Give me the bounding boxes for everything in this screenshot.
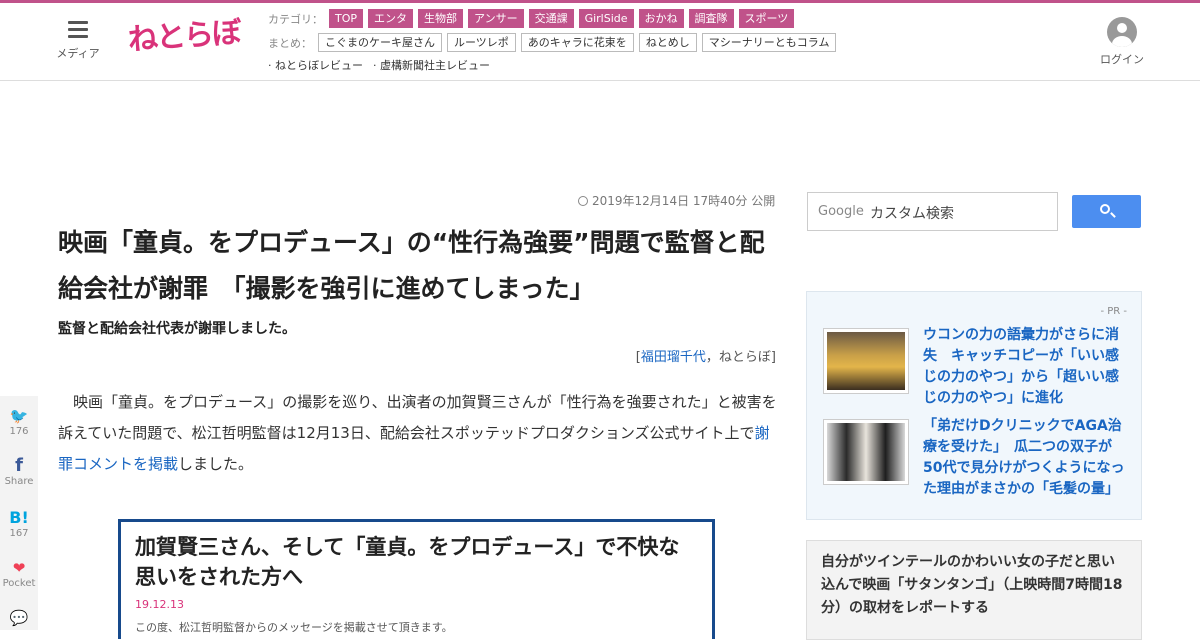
search-button[interactable] — [1072, 195, 1141, 228]
byline-sep: ， — [705, 350, 719, 365]
article-subtitle: 監督と配給会社代表が謝罪しました。 — [58, 321, 296, 337]
publish-date-text: 2019年12月14日 17時40分 公開 — [592, 194, 776, 208]
author-link[interactable]: 福田瑠千代 — [641, 350, 706, 365]
search-icon — [1100, 204, 1110, 214]
share-count: Pocket — [2, 578, 36, 589]
summary-nav: まとめ： こぐまのケーキ屋さん ルーツレポ あのキャラに花束を ねとめし マシー… — [268, 33, 841, 52]
article-body: 映画「童貞。をプロデュース」の撮影を巡り、出演者の加賀賢三さんが「性行為を強要さ… — [58, 387, 778, 480]
site-header: メディア ねとらぼ カテゴリ： TOP エンタ 生物部 アンサー 交通課 Gir… — [0, 3, 1200, 81]
pocket-icon: ❤ — [12, 559, 26, 577]
comment-icon: 💬 — [9, 609, 29, 627]
publish-date: 2019年12月14日 17時40分 公開 — [578, 192, 775, 209]
share-count: 167 — [9, 528, 29, 539]
pr-item-title[interactable]: 「弟だけDクリニックでAGA治療を受けた」 瓜二つの双子が50代で見分けがつくよ… — [923, 416, 1131, 500]
article-title: 映画「童貞。をプロデュース」の“性行為強要”問題で監督と配給会社が謝罪 「撮影を… — [58, 228, 765, 303]
summary-link[interactable]: マシーナリーともコラム — [701, 33, 837, 52]
share-bar: 🐦 176 f Share B! 167 ❤ Pocket 💬 — [0, 396, 38, 630]
comment-button[interactable]: 💬 — [0, 608, 38, 628]
category-chousatai[interactable]: 調査隊 — [688, 9, 734, 28]
google-logo: Google — [818, 204, 864, 219]
custom-search-input[interactable]: Google カスタム検索 — [807, 192, 1058, 231]
embed-date: 19.12.13 — [135, 598, 184, 611]
embedded-screenshot: 加賀賢三さん、そして「童貞。をプロデュース」で不快な思いをされた方へ 19.12… — [118, 519, 715, 639]
category-answer[interactable]: アンサー — [468, 9, 524, 28]
login-button[interactable]: ログイン — [1098, 17, 1146, 67]
summary-link[interactable]: あのキャラに花束を — [520, 33, 634, 52]
pr-label: - PR - — [1100, 306, 1127, 317]
facebook-share-button[interactable]: f Share — [0, 455, 38, 488]
facebook-icon: f — [15, 455, 23, 476]
pr-box: - PR - ウコンの力の語彙力がさらに消失 キャッチコピーが「いい感じの力のや… — [806, 291, 1142, 520]
pocket-share-button[interactable]: ❤ Pocket — [0, 558, 38, 589]
twitter-share-button[interactable]: 🐦 176 — [0, 406, 38, 437]
pr-thumbnail[interactable] — [823, 328, 909, 394]
login-label: ログイン — [1100, 53, 1144, 66]
byline-close: ] — [770, 350, 776, 365]
review-nav: · ねとらぼレビュー · 虚構新聞社主レビュー — [268, 57, 500, 73]
related-article-title[interactable]: 自分がツインテールのかわいい女の子だと思い込んで映画「サタンタンゴ」（上映時間7… — [821, 551, 1127, 620]
related-article[interactable]: 自分がツインテールのかわいい女の子だと思い込んで映画「サタンタンゴ」（上映時間7… — [806, 540, 1142, 640]
summary-link[interactable]: ねとめし — [638, 33, 697, 52]
outlet-name: ねとらぼ — [718, 350, 771, 365]
category-label: カテゴリ： — [268, 12, 323, 26]
category-enta[interactable]: エンタ — [368, 9, 414, 28]
embed-title: 加賀賢三さん、そして「童貞。をプロデュース」で不快な思いをされた方へ — [135, 535, 680, 589]
search-placeholder: カスタム検索 — [870, 206, 954, 222]
category-nav: カテゴリ： TOP エンタ 生物部 アンサー 交通課 GirlSide おかね … — [268, 9, 799, 28]
category-sports[interactable]: スポーツ — [738, 9, 795, 28]
review-link[interactable]: · 虚構新聞社主レビュー — [373, 57, 490, 73]
body-text: 映画「童貞。をプロデュース」の撮影を巡り、出演者の加賀賢三さんが「性行為を強要さ… — [58, 393, 777, 442]
logo-text: ねとらぼ — [126, 15, 242, 58]
category-girlside[interactable]: GirlSide — [578, 9, 634, 28]
user-avatar-icon — [1107, 17, 1137, 47]
share-count: Share — [4, 476, 34, 487]
twitter-icon: 🐦 — [9, 407, 29, 425]
hatena-icon: B! — [9, 508, 29, 527]
media-menu-label: メディア — [56, 47, 100, 60]
pr-thumbnail[interactable] — [823, 419, 909, 485]
embed-excerpt: この度、松江哲明監督からのメッセージを掲載させて頂きます。 — [135, 621, 453, 634]
article-byline: [福田瑠千代，ねとらぼ] — [560, 346, 776, 365]
pr-item-title[interactable]: ウコンの力の語彙力がさらに消失 キャッチコピーが「いい感じの力のやつ」から「超い… — [923, 325, 1131, 409]
hatena-share-button[interactable]: B! 167 — [0, 508, 38, 539]
share-count: 176 — [9, 426, 29, 437]
clock-icon — [578, 196, 588, 206]
summary-link[interactable]: こぐまのケーキ屋さん — [318, 33, 442, 52]
site-logo[interactable]: ねとらぼ — [127, 15, 241, 61]
category-koutsuka[interactable]: 交通課 — [528, 9, 574, 28]
category-seibutsubu[interactable]: 生物部 — [418, 9, 464, 28]
category-okane[interactable]: おかね — [638, 9, 684, 28]
summary-label: まとめ： — [268, 36, 312, 50]
category-top[interactable]: TOP — [329, 9, 364, 28]
summary-link[interactable]: ルーツレポ — [447, 33, 516, 52]
body-text-end: しました。 — [178, 455, 254, 473]
review-link[interactable]: · ねとらぼレビュー — [268, 57, 363, 73]
hamburger-icon — [68, 21, 88, 38]
media-menu-button[interactable]: メディア — [56, 21, 100, 61]
